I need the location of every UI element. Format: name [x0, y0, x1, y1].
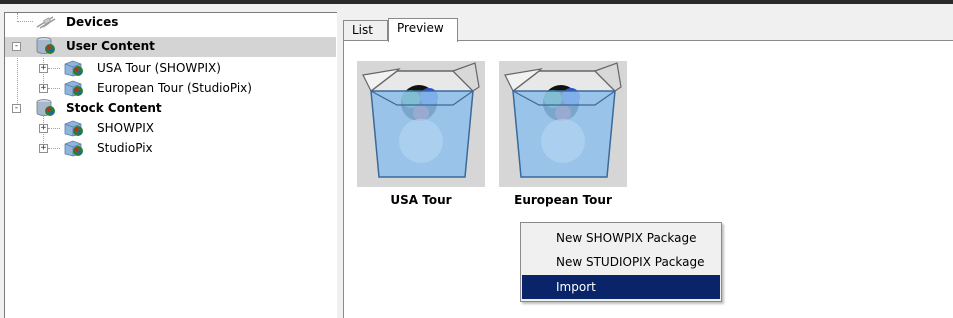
window-top-bar — [0, 0, 953, 4]
tree-item-showpix[interactable]: + SHOWPIX — [5, 119, 336, 139]
collapse-icon[interactable]: - — [12, 42, 21, 51]
tree-item-label: Devices — [66, 15, 119, 29]
package-thumbnail — [357, 61, 485, 187]
tab-preview[interactable]: Preview — [388, 18, 458, 42]
tree-item-european-tour[interactable]: + European Tour (StudioPix) — [5, 79, 336, 99]
expand-icon[interactable]: + — [39, 84, 48, 93]
package-thumbnail — [499, 61, 627, 187]
tree-item-label: User Content — [66, 39, 155, 53]
open-box-icon — [504, 62, 622, 178]
package-label: European Tour — [514, 193, 612, 207]
tree-item-label: European Tour (StudioPix) — [97, 81, 252, 95]
package-tile-usa-tour[interactable]: USA Tour — [357, 61, 485, 207]
open-box-icon — [362, 62, 480, 178]
expand-icon[interactable]: + — [39, 144, 48, 153]
collapse-icon[interactable]: - — [12, 104, 21, 113]
tree-item-label: Stock Content — [66, 101, 162, 115]
tree-guide — [48, 88, 60, 89]
context-menu: New SHOWPIX Package New STUDIOPIX Packag… — [520, 222, 722, 302]
tab-list[interactable]: List — [343, 20, 388, 40]
tree-guide — [48, 68, 60, 69]
expand-icon[interactable]: + — [39, 124, 48, 133]
database-icon — [36, 37, 55, 54]
tree-item-label: StudioPix — [97, 141, 153, 155]
package-icon — [64, 60, 83, 77]
package-icon — [64, 80, 83, 97]
tree-item-label: SHOWPIX — [97, 121, 154, 135]
package-icon — [64, 140, 83, 157]
expand-icon[interactable]: + — [39, 64, 48, 73]
tree-item-stock-content[interactable]: - Stock Content — [5, 99, 336, 119]
tree-item-user-content[interactable]: - User Content — [5, 37, 336, 57]
tree-guide — [48, 128, 60, 129]
menu-item-new-showpix-package[interactable]: New SHOWPIX Package — [522, 226, 720, 250]
tree-item-usa-tour[interactable]: + USA Tour (SHOWPIX) — [5, 59, 336, 79]
tree-item-label: USA Tour (SHOWPIX) — [97, 61, 221, 75]
tree-guide — [48, 148, 60, 149]
database-icon — [36, 99, 55, 116]
tree-guide — [17, 21, 33, 22]
package-label: USA Tour — [390, 193, 452, 207]
package-tile-european-tour[interactable]: European Tour — [499, 61, 627, 207]
menu-item-import[interactable]: Import — [522, 275, 720, 299]
tree-item-studiopix[interactable]: + StudioPix — [5, 139, 336, 159]
package-icon — [64, 120, 83, 137]
devices-icon — [36, 16, 56, 29]
content-tree[interactable]: Devices - User Content + USA Tour (SHOWP… — [4, 12, 337, 318]
tree-item-devices[interactable]: Devices — [5, 13, 336, 33]
menu-item-new-studiopix-package[interactable]: New STUDIOPIX Package — [522, 250, 720, 274]
